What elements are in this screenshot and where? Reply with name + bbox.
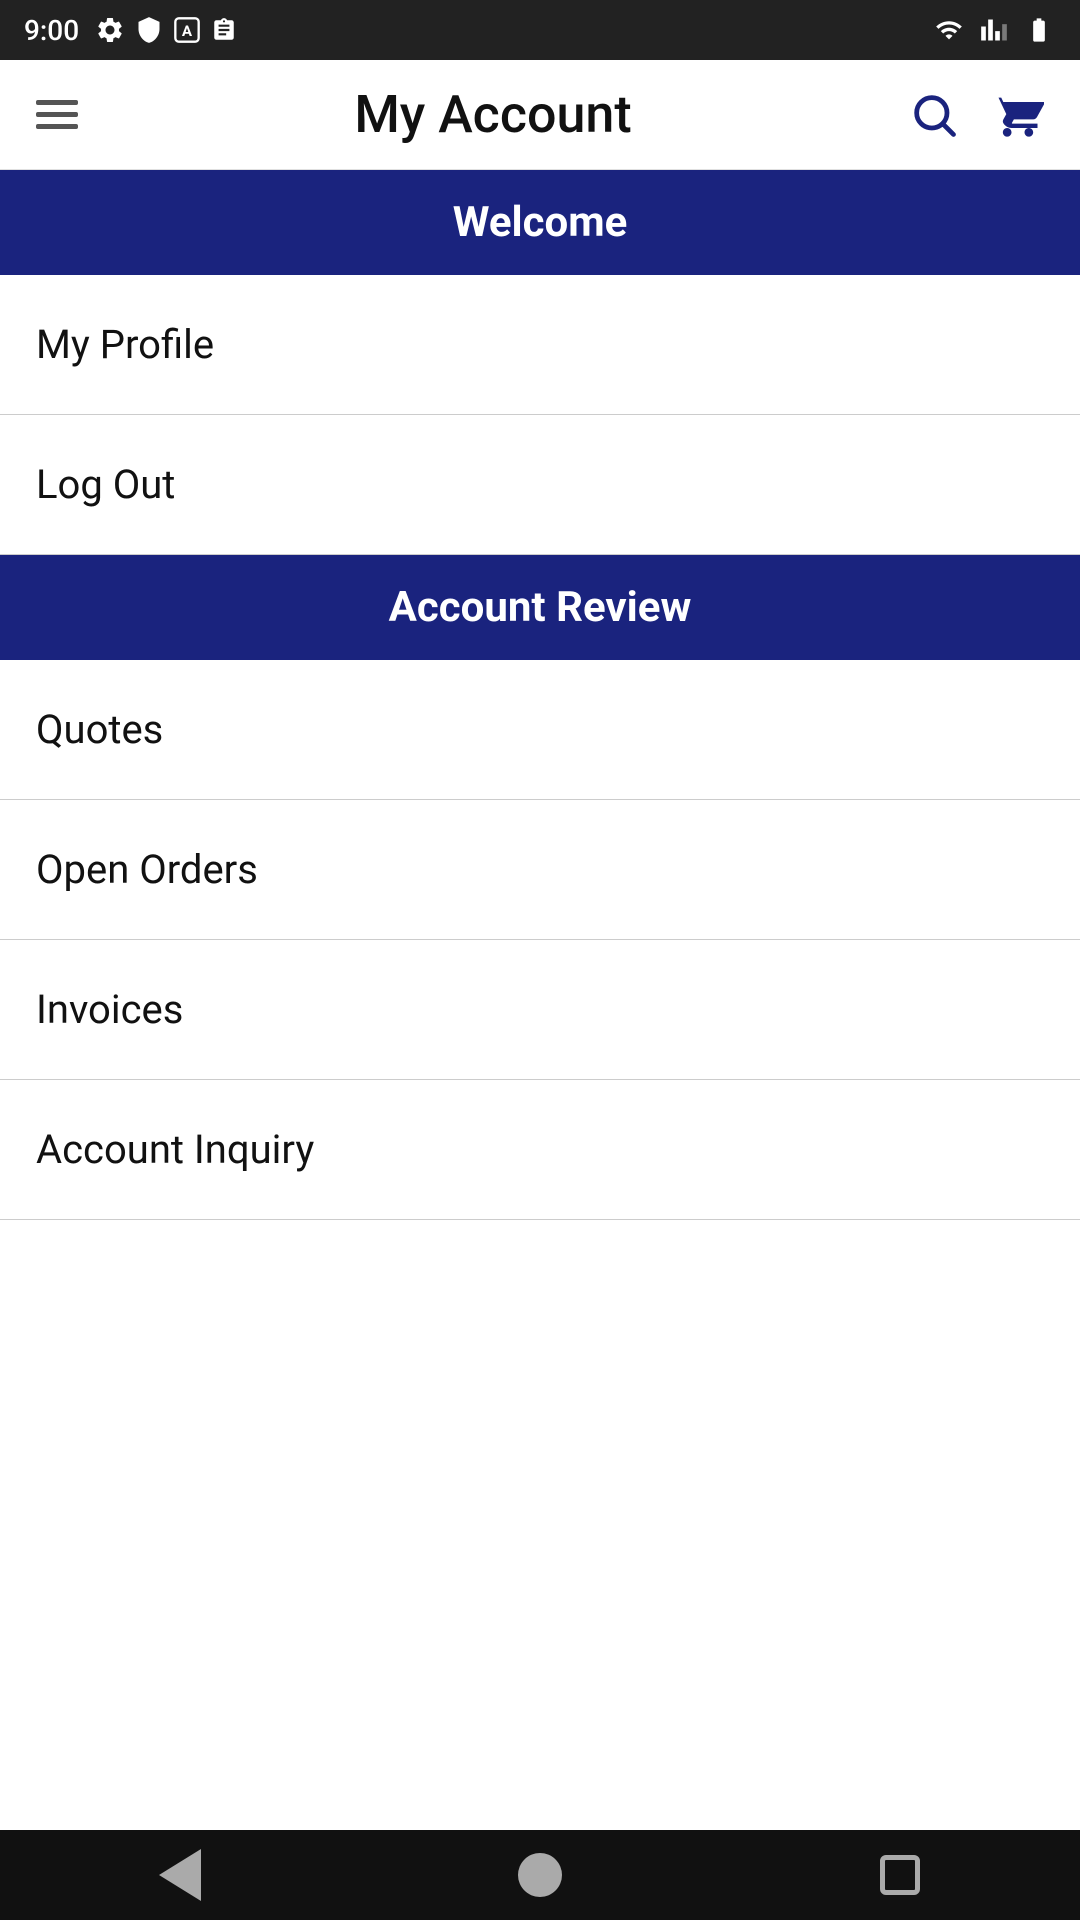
bottom-nav-bar <box>0 1830 1080 1920</box>
quotes-label: Quotes <box>36 706 163 753</box>
status-bar-left: 9:00 A <box>24 14 237 47</box>
hamburger-line-2 <box>36 112 78 117</box>
welcome-header: Welcome <box>0 170 1080 275</box>
signal-icon <box>980 16 1008 44</box>
invoices-item[interactable]: Invoices <box>0 940 1080 1080</box>
my-profile-label: My Profile <box>36 321 214 368</box>
font-icon: A <box>173 15 201 45</box>
recent-square-icon <box>880 1855 920 1895</box>
account-inquiry-item[interactable]: Account Inquiry <box>0 1080 1080 1220</box>
hamburger-menu-button[interactable] <box>36 100 78 129</box>
status-icons: A <box>95 15 237 45</box>
welcome-header-text: Welcome <box>453 198 628 247</box>
open-orders-label: Open Orders <box>36 846 258 893</box>
wifi-icon <box>932 16 966 44</box>
status-bar-right <box>932 16 1056 44</box>
invoices-label: Invoices <box>36 986 183 1033</box>
hamburger-line-1 <box>36 100 78 105</box>
back-button[interactable] <box>145 1840 215 1910</box>
page-title: My Account <box>354 84 631 145</box>
hamburger-line-3 <box>36 124 78 129</box>
quotes-item[interactable]: Quotes <box>0 660 1080 800</box>
nav-right-icons <box>908 89 1044 141</box>
main-content: Welcome My Profile Log Out Account Revie… <box>0 170 1080 1220</box>
account-inquiry-label: Account Inquiry <box>36 1126 314 1173</box>
back-triangle-icon <box>159 1849 201 1901</box>
status-bar: 9:00 A <box>0 0 1080 60</box>
svg-text:A: A <box>182 22 193 40</box>
search-icon[interactable] <box>908 89 960 141</box>
account-review-header-text: Account Review <box>389 583 692 632</box>
recent-button[interactable] <box>865 1840 935 1910</box>
log-out-item[interactable]: Log Out <box>0 415 1080 555</box>
nav-bar: My Account <box>0 60 1080 170</box>
account-review-header: Account Review <box>0 555 1080 660</box>
home-circle-icon <box>518 1853 562 1897</box>
status-time: 9:00 <box>24 14 79 47</box>
open-orders-item[interactable]: Open Orders <box>0 800 1080 940</box>
shield-icon <box>135 15 163 45</box>
my-profile-item[interactable]: My Profile <box>0 275 1080 415</box>
settings-icon <box>95 15 125 45</box>
battery-icon <box>1022 16 1056 44</box>
clipboard-icon <box>211 15 237 45</box>
log-out-label: Log Out <box>36 461 175 508</box>
cart-icon[interactable] <box>992 89 1044 141</box>
home-button[interactable] <box>505 1840 575 1910</box>
